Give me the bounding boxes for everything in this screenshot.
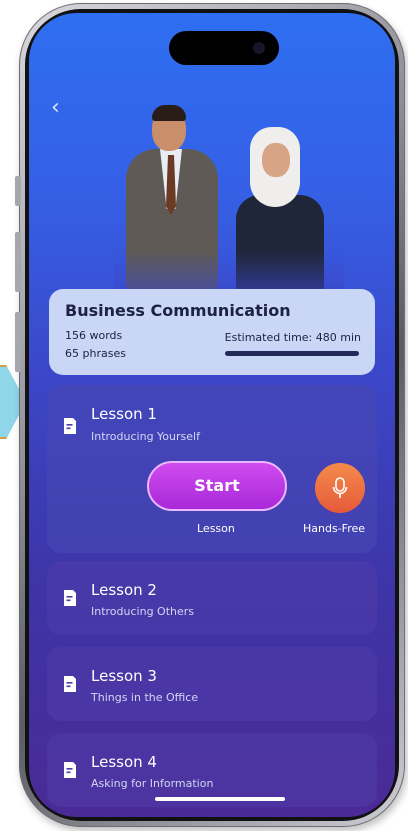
course-summary-card: Business Communication 156 words 65 phra… (49, 289, 375, 375)
course-progress-fill (225, 351, 359, 356)
home-indicator[interactable] (155, 797, 285, 801)
document-icon (63, 417, 77, 435)
phone-frame: ‹ Business Communication 156 words 65 ph… (19, 3, 405, 827)
lesson-title: Lesson 1 (91, 405, 157, 423)
course-progress-bar (225, 351, 359, 356)
word-count: 156 words (65, 329, 123, 342)
microphone-icon (332, 477, 348, 498)
lesson-card-4[interactable]: Lesson 4 Asking for Information (47, 733, 377, 807)
volume-button (15, 312, 21, 372)
start-caption: Lesson (197, 522, 235, 535)
lesson-title: Lesson 3 (91, 667, 157, 685)
lesson-subtitle: Asking for Information (91, 777, 214, 790)
camera-icon (253, 42, 265, 54)
lesson-title: Lesson 4 (91, 753, 157, 771)
document-icon (63, 589, 77, 607)
estimated-time: Estimated time: 480 min (224, 331, 361, 344)
lesson-card-2[interactable]: Lesson 2 Introducing Others (47, 561, 377, 635)
lesson-card-3[interactable]: Lesson 3 Things in the Office (47, 647, 377, 721)
lesson-title: Lesson 2 (91, 581, 157, 599)
volume-button (15, 176, 21, 206)
app-screen: ‹ Business Communication 156 words 65 ph… (29, 13, 395, 817)
hero-image (114, 91, 344, 291)
dynamic-island (169, 31, 279, 65)
phrase-count: 65 phrases (65, 347, 126, 360)
start-button[interactable]: Start (147, 461, 287, 511)
course-title: Business Communication (65, 301, 291, 320)
back-icon[interactable]: ‹ (51, 97, 60, 119)
hands-free-caption: Hands-Free (303, 522, 366, 535)
lesson-subtitle: Things in the Office (91, 691, 199, 704)
hands-free-button[interactable] (315, 463, 365, 513)
lesson-subtitle: Introducing Others (91, 605, 195, 618)
document-icon (63, 675, 77, 693)
document-icon (63, 761, 77, 779)
volume-button (15, 232, 21, 292)
lesson-subtitle: Introducing Yourself (91, 430, 200, 443)
lesson-card-1[interactable]: Lesson 1 Introducing Yourself Start Less… (47, 385, 377, 553)
